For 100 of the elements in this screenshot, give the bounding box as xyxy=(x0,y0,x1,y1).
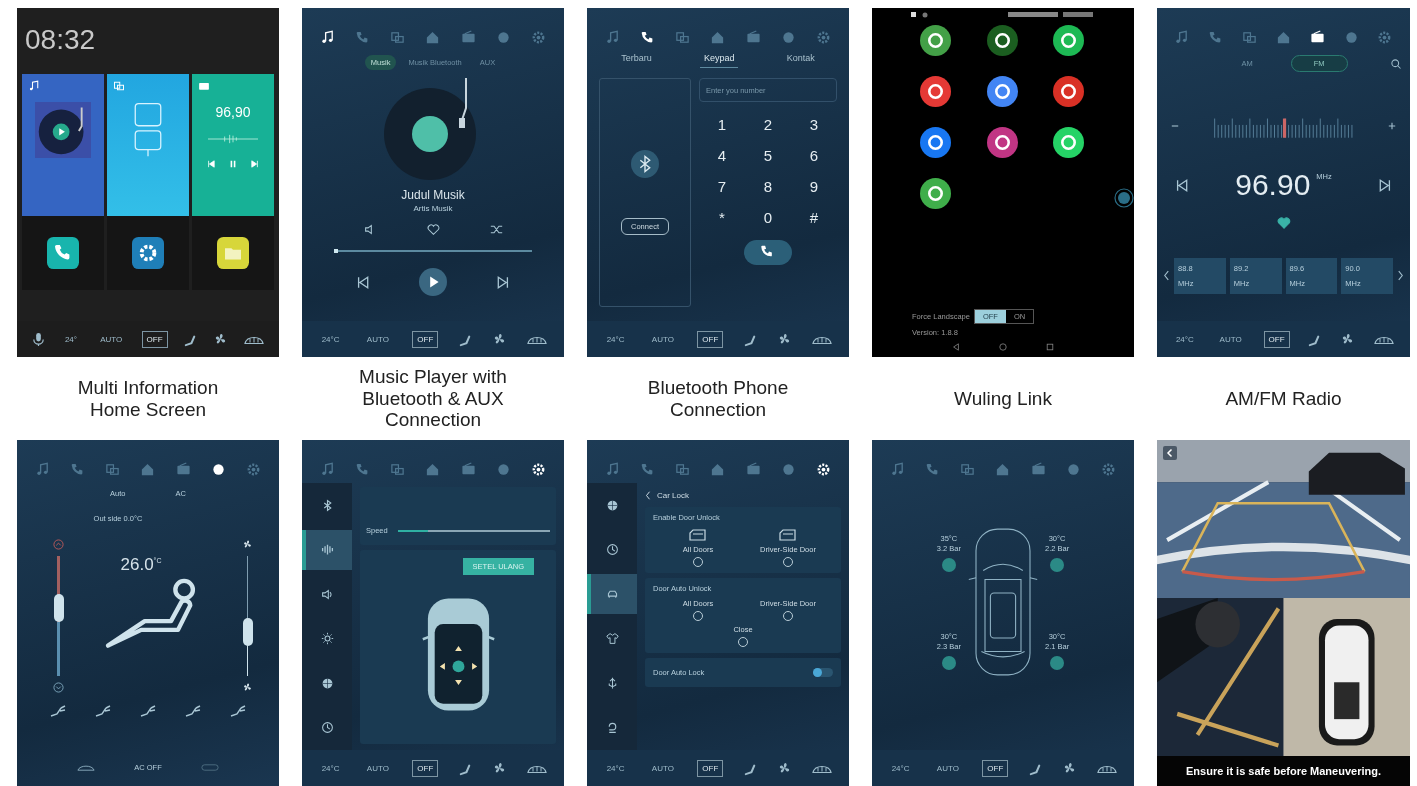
temperature-button[interactable]: 24°C xyxy=(1171,331,1198,347)
home-icon[interactable] xyxy=(999,343,1007,351)
app-icon[interactable] xyxy=(986,76,1018,107)
previous-icon[interactable] xyxy=(356,275,369,289)
radio-icon[interactable] xyxy=(1309,30,1325,45)
music-note-icon[interactable] xyxy=(320,30,336,45)
temperature-button[interactable]: 24°C xyxy=(602,331,629,347)
radio-icon[interactable] xyxy=(460,462,476,477)
temperature-button[interactable]: 24°C xyxy=(317,331,344,347)
link-icon[interactable] xyxy=(390,30,406,45)
slider-thumb[interactable] xyxy=(242,618,253,646)
temperature-button[interactable]: 24°C xyxy=(602,760,629,776)
off-button[interactable]: OFF xyxy=(1263,330,1290,348)
link-icon[interactable] xyxy=(675,30,691,45)
off-button[interactable]: OFF xyxy=(412,759,439,777)
app-icon[interactable] xyxy=(986,25,1018,56)
auto-button[interactable]: AUTO xyxy=(932,760,963,776)
temperature-button[interactable]: 24°C xyxy=(887,760,914,776)
auto-button[interactable]: AUTO xyxy=(647,760,678,776)
keypad-key[interactable]: 3 xyxy=(791,116,837,133)
auto-button[interactable]: AUTO xyxy=(96,331,127,347)
temperature-down-icon[interactable] xyxy=(53,682,64,693)
phone-tab[interactable]: Keypad xyxy=(699,51,739,68)
speed-slider[interactable] xyxy=(397,529,550,532)
home-icon[interactable] xyxy=(140,462,156,477)
phone-link-tile[interactable] xyxy=(107,74,189,216)
auto-button[interactable]: AUTO xyxy=(647,331,678,347)
slider-thumb[interactable] xyxy=(53,594,64,622)
call-button[interactable] xyxy=(744,240,792,265)
recent-apps-icon[interactable] xyxy=(1046,343,1055,351)
play-button[interactable] xyxy=(419,268,447,296)
back-link[interactable]: Car Lock xyxy=(645,487,841,502)
keypad-key[interactable]: * xyxy=(699,209,745,226)
phone-tab[interactable]: Kontak xyxy=(782,51,819,68)
auto-button[interactable]: AUTO xyxy=(362,760,393,776)
link-icon[interactable] xyxy=(675,462,691,477)
music-tile[interactable] xyxy=(22,74,104,216)
settings-menu-item[interactable] xyxy=(587,574,637,615)
next-icon[interactable] xyxy=(497,275,510,289)
settings-icon[interactable] xyxy=(530,462,546,477)
keypad-key[interactable]: 8 xyxy=(745,178,791,195)
link-icon[interactable] xyxy=(960,462,976,477)
back-icon[interactable] xyxy=(951,343,960,351)
keypad-key[interactable]: 0 xyxy=(745,209,791,226)
chevron-left-icon[interactable] xyxy=(1163,270,1170,281)
back-button[interactable] xyxy=(1163,446,1177,460)
keypad-key[interactable]: 1 xyxy=(699,116,745,133)
pause-icon[interactable] xyxy=(229,160,237,168)
keypad-key[interactable]: 2 xyxy=(745,116,791,133)
home-icon[interactable] xyxy=(425,462,441,477)
home-icon[interactable] xyxy=(995,462,1011,477)
off-button[interactable]: OFF xyxy=(412,330,439,348)
home-icon[interactable] xyxy=(710,30,726,45)
off-button[interactable]: OFF xyxy=(141,330,168,348)
keypad-key[interactable]: 9 xyxy=(791,178,837,195)
app-tile[interactable] xyxy=(192,216,274,290)
climate-icon[interactable] xyxy=(210,462,226,477)
app-tile[interactable] xyxy=(107,216,189,290)
radio-icon[interactable] xyxy=(175,462,191,477)
app-icon[interactable] xyxy=(1053,25,1084,56)
radio-icon[interactable] xyxy=(460,30,476,45)
toggle-switch[interactable] xyxy=(813,668,833,677)
radio-icon[interactable] xyxy=(745,30,761,45)
link-icon[interactable] xyxy=(1242,30,1258,45)
search-icon[interactable] xyxy=(1390,57,1402,70)
home-icon[interactable] xyxy=(710,462,726,477)
home-icon[interactable] xyxy=(1275,30,1291,45)
auto-button[interactable]: AUTO xyxy=(1215,331,1246,347)
off-button[interactable]: OFF xyxy=(982,759,1009,777)
off-button[interactable]: OFF xyxy=(697,330,724,348)
app-tile[interactable] xyxy=(22,216,104,290)
heart-icon[interactable] xyxy=(426,223,440,236)
radio-icon[interactable] xyxy=(745,462,761,477)
app-icon[interactable] xyxy=(920,178,951,209)
app-icon[interactable] xyxy=(920,127,951,158)
keypad-key[interactable]: 7 xyxy=(699,178,745,195)
settings-menu-item[interactable] xyxy=(302,529,352,570)
radio-icon[interactable] xyxy=(1030,462,1046,477)
off-button[interactable]: OFF xyxy=(697,759,724,777)
chevron-right-icon[interactable] xyxy=(1397,270,1404,281)
favorite-heart-icon[interactable] xyxy=(1276,216,1291,230)
temperature-button[interactable]: 24°C xyxy=(317,760,344,776)
phone-tab[interactable]: Terbaru xyxy=(617,51,656,68)
keypad-key[interactable]: # xyxy=(791,209,837,226)
minus-icon[interactable] xyxy=(1171,122,1179,130)
app-icon[interactable] xyxy=(986,127,1018,158)
previous-icon[interactable] xyxy=(1175,178,1188,192)
floating-button[interactable] xyxy=(1114,188,1134,208)
settings-icon[interactable] xyxy=(815,462,831,477)
microphone-icon[interactable] xyxy=(30,331,46,347)
temperature-button[interactable]: 24° xyxy=(60,331,81,347)
app-icon[interactable] xyxy=(1053,76,1084,107)
home-icon[interactable] xyxy=(425,30,441,45)
shuffle-icon[interactable] xyxy=(489,223,503,236)
link-icon[interactable] xyxy=(390,462,406,477)
app-icon[interactable] xyxy=(920,25,951,56)
link-icon[interactable] xyxy=(105,462,121,477)
auto-button[interactable]: AUTO xyxy=(362,331,393,347)
app-icon[interactable] xyxy=(920,76,951,107)
app-icon[interactable] xyxy=(1053,127,1084,158)
